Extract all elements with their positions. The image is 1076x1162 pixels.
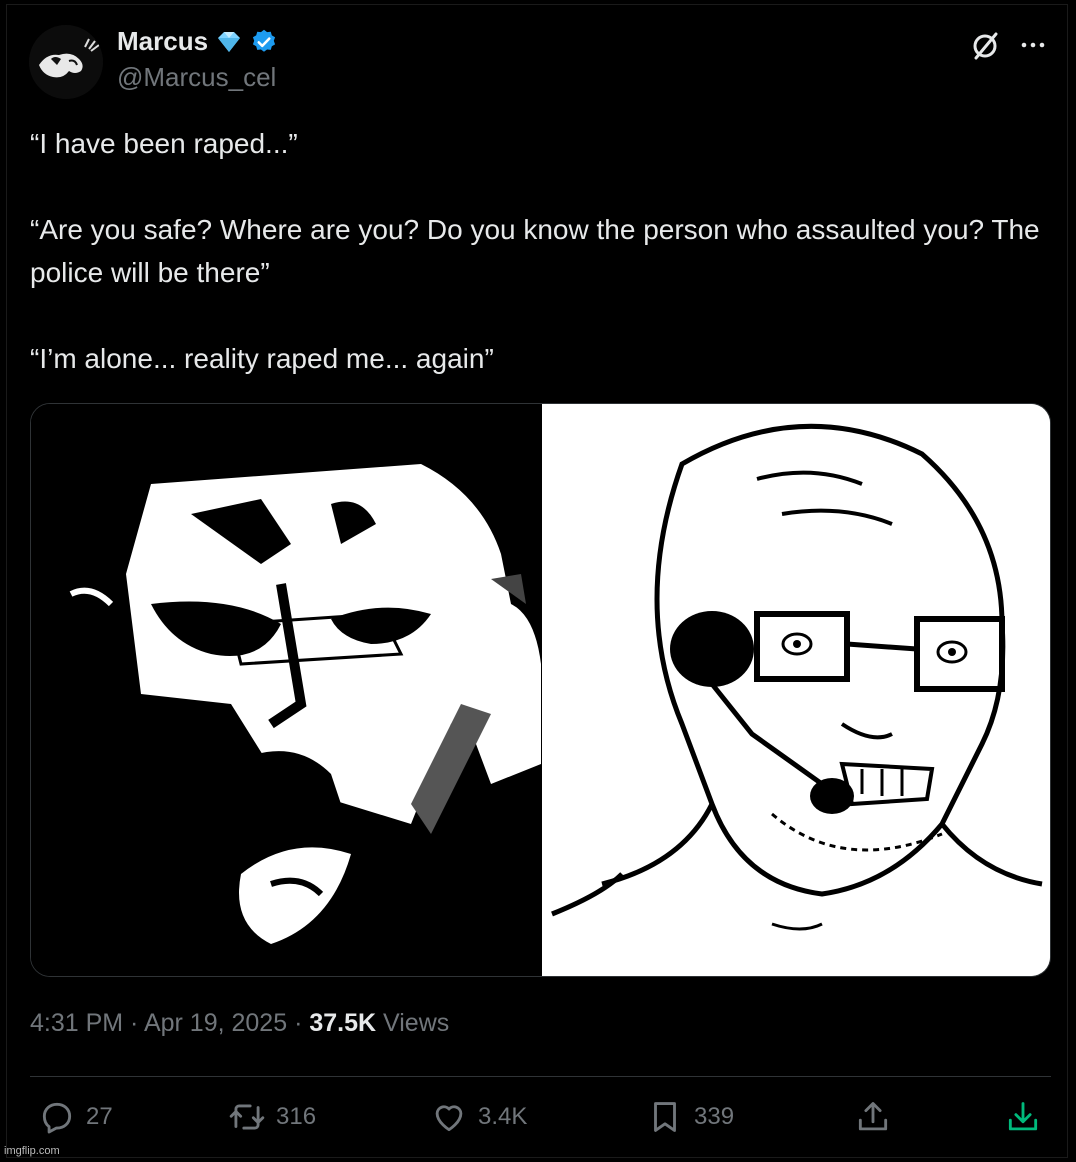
like-count: 3.4K [478,1103,528,1130]
tweet-line-3: “I’m alone... reality raped me... again” [30,343,494,374]
tweet-line-2: “Are you safe? Where are you? Do you kno… [30,214,1040,288]
repost-count: 316 [276,1103,317,1130]
tweet-date[interactable]: Apr 19, 2025 [144,1009,287,1037]
tweet-media[interactable] [30,403,1051,977]
media-image-right[interactable] [542,404,1050,976]
tweet-line-1: “I have been raped...” [30,128,298,159]
heart-icon [435,1105,463,1132]
avatar-image [29,25,103,99]
bookmark-icon [654,1102,676,1132]
repost-button[interactable]: 316 [228,1098,316,1136]
views-count: 37.5K [309,1009,377,1037]
media-image-left[interactable] [31,404,542,976]
meta-separator: · [123,1009,144,1037]
avatar[interactable] [29,25,103,99]
repost-icon [229,1104,265,1130]
reply-icon [42,1102,72,1134]
tweet-text: “I have been raped...” “Are you safe? Wh… [30,122,1040,380]
reply-button[interactable]: 27 [38,1098,113,1136]
share-button[interactable] [854,1098,892,1136]
verified-badge-icon [252,29,276,52]
share-icon [858,1102,888,1131]
meta-separator: · [287,1009,310,1037]
tweet-meta: 4:31 PM · Apr 19, 2025 · 37.5K Views [30,1009,449,1038]
views-label: Views [376,1009,450,1037]
reply-count: 27 [86,1103,113,1130]
author-handle[interactable]: @Marcus_cel [117,62,276,93]
grok-icon[interactable] [968,28,1002,62]
wojak-headset-illustration [542,404,1050,976]
more-options-icon[interactable] [1016,28,1050,62]
dark-face-illustration [31,404,542,976]
tweet-time[interactable]: 4:31 PM [30,1009,123,1037]
bookmark-button[interactable]: 339 [646,1098,734,1136]
like-button[interactable]: 3.4K [430,1098,527,1136]
diamond-icon [218,31,241,52]
bookmark-count: 339 [694,1103,735,1130]
divider [30,1076,1051,1077]
watermark: imgflip.com [4,1145,60,1157]
author-name[interactable]: Marcus [117,26,208,57]
download-icon [1008,1102,1038,1131]
download-button[interactable] [1004,1098,1042,1136]
